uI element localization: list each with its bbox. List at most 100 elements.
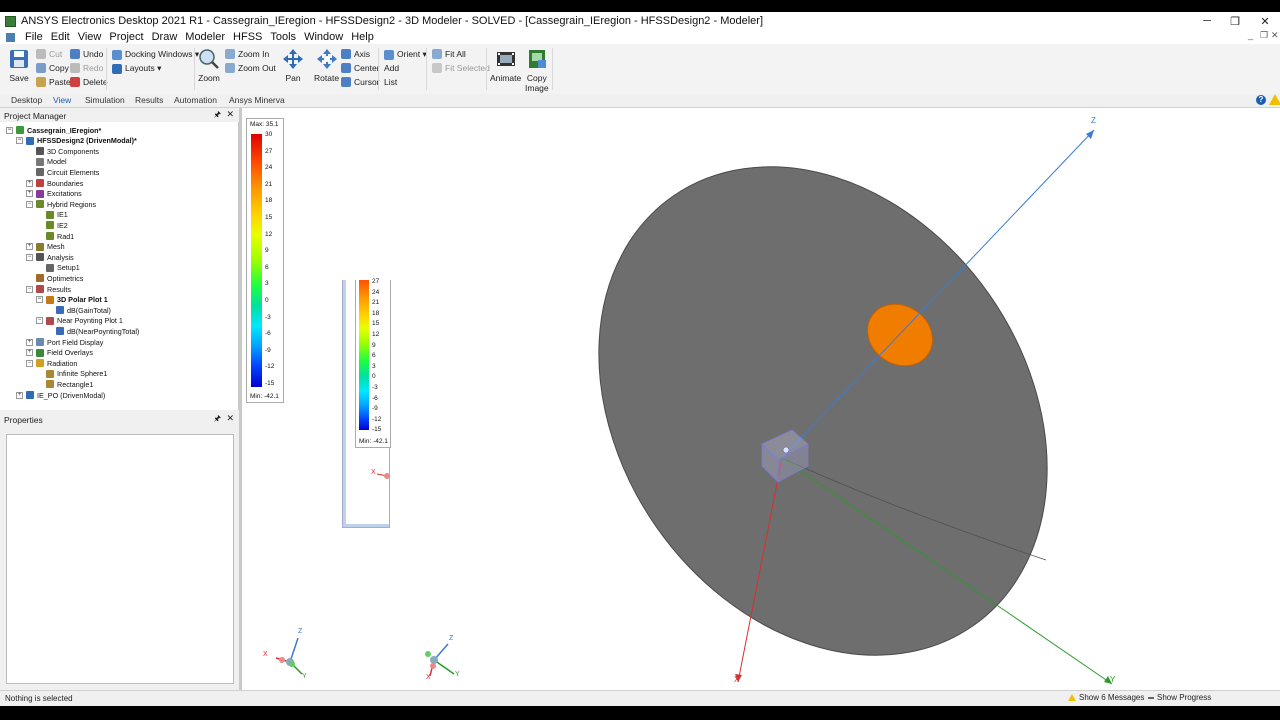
expand-icon[interactable]: + — [26, 243, 33, 251]
show-messages-button[interactable]: Show 6 Messages — [1068, 693, 1144, 702]
collapse-icon[interactable]: − — [36, 317, 43, 325]
tab-view[interactable]: View — [53, 95, 71, 105]
tree-node[interactable]: Rectangle1 — [36, 379, 93, 389]
orient-button[interactable]: Orient ▾ — [384, 49, 427, 60]
collapse-icon[interactable]: − — [26, 359, 33, 367]
tree-node[interactable]: IE1 — [36, 210, 68, 220]
cut-button[interactable]: Cut — [36, 49, 62, 59]
add-view-button[interactable]: Add — [384, 63, 399, 73]
axis-button[interactable]: Axis — [341, 49, 370, 59]
restore-button[interactable]: ❐ — [1220, 12, 1250, 30]
undo-button[interactable]: Undo — [70, 49, 103, 59]
fit-all-button[interactable]: Fit All — [432, 49, 466, 59]
close-panel-icon[interactable]: ✕ — [226, 413, 234, 424]
collapse-icon[interactable]: − — [26, 285, 33, 293]
close-panel-icon[interactable]: ✕ — [226, 109, 234, 120]
tree-node[interactable]: Circuit Elements — [26, 167, 99, 177]
tree-node[interactable]: Setup1 — [36, 263, 80, 273]
tree-node[interactable]: dB(NearPoyntingTotal) — [46, 326, 139, 336]
menu-window[interactable]: Window — [300, 31, 347, 43]
copy-button[interactable]: Copy — [36, 63, 69, 73]
expand-icon[interactable]: + — [26, 179, 33, 187]
tree-node[interactable]: − Hybrid Regions — [26, 199, 96, 209]
tree-node[interactable]: Model — [26, 157, 67, 167]
magnifier-icon — [199, 49, 219, 69]
ribbon-separator — [426, 48, 427, 90]
collapse-icon[interactable]: − — [36, 296, 43, 304]
tree-node[interactable]: Infinite Sphere1 — [36, 369, 107, 379]
save-button[interactable]: Save — [8, 48, 30, 83]
minimize-button[interactable]: ─ — [1192, 12, 1222, 30]
tree-node[interactable]: − 3D Polar Plot 1 — [36, 295, 108, 305]
collapse-icon[interactable]: − — [26, 200, 33, 208]
pan-button[interactable]: Pan — [282, 48, 304, 83]
mdi-restore-button[interactable]: ❐ — [1260, 30, 1268, 41]
layouts-button[interactable]: Layouts ▾ — [112, 63, 161, 74]
redo-button[interactable]: Redo — [70, 63, 103, 73]
tree-node[interactable]: − Cassegrain_IEregion* — [6, 125, 101, 135]
tab-desktop[interactable]: Desktop — [11, 95, 42, 105]
warning-icon[interactable] — [1269, 94, 1280, 105]
tab-ansys-minerva[interactable]: Ansys Minerva — [229, 95, 285, 105]
rotate-button[interactable]: Rotate — [314, 48, 339, 83]
menu-modeler[interactable]: Modeler — [181, 31, 229, 43]
model-canvas[interactable] — [242, 108, 1280, 690]
menu-tools[interactable]: Tools — [266, 31, 300, 43]
menu-view[interactable]: View — [74, 31, 106, 43]
collapse-icon[interactable]: − — [16, 137, 23, 145]
pin-icon[interactable]: 🖈 — [214, 413, 221, 427]
modeler-viewport[interactable]: Max: 35.1 30 27 24 21 18 15 12 9 6 3 0 -3 -6 -9 -12 -15… — [242, 108, 1280, 690]
animate-button[interactable]: Animate — [490, 48, 521, 83]
fit-selected-button[interactable]: Fit Selected — [432, 63, 490, 73]
tree-node[interactable]: + Boundaries — [26, 178, 83, 188]
expand-icon[interactable]: + — [26, 190, 33, 198]
pin-icon[interactable]: 🖈 — [214, 109, 221, 123]
show-progress-button[interactable]: Show Progress — [1148, 693, 1211, 702]
tree-node[interactable]: Optimetrics — [26, 273, 83, 283]
collapse-icon[interactable]: − — [26, 253, 33, 261]
tree-node[interactable]: − Analysis — [26, 252, 74, 262]
tree-node[interactable]: IE2 — [36, 220, 68, 230]
list-view-button[interactable]: List — [384, 77, 397, 87]
tree-node[interactable]: + Field Overlays — [26, 348, 93, 358]
cursor-button[interactable]: Cursor — [341, 77, 380, 87]
mdi-minimize-button[interactable]: _ — [1248, 30, 1253, 40]
menu-project[interactable]: Project — [105, 31, 147, 43]
close-button[interactable]: ✕ — [1250, 12, 1280, 30]
menu-edit[interactable]: Edit — [47, 31, 74, 43]
tree-node[interactable]: − Radiation — [26, 358, 77, 368]
tree-node[interactable]: + Excitations — [26, 189, 82, 199]
zoom-out-button[interactable]: Zoom Out — [225, 63, 276, 73]
application-window: ANSYS Electronics Desktop 2021 R1 - Cass… — [0, 12, 1280, 706]
tree-node[interactable]: + IE_PO (DrivenModal) — [16, 390, 105, 400]
dish-reflector[interactable] — [506, 108, 1139, 690]
expand-icon[interactable]: + — [26, 338, 33, 346]
tree-node[interactable]: − Near Poynting Plot 1 — [36, 316, 123, 326]
tree-node[interactable]: − Results — [26, 284, 71, 294]
center-button[interactable]: Center — [341, 63, 380, 73]
tree-node[interactable]: + Mesh — [26, 242, 65, 252]
menu-file[interactable]: File — [21, 31, 47, 43]
tree-node[interactable]: 3D Components — [26, 146, 99, 156]
expand-icon[interactable]: + — [26, 349, 33, 357]
tree-node[interactable]: dB(GainTotal) — [46, 305, 111, 315]
expand-icon[interactable]: + — [16, 391, 23, 399]
zoom-in-button[interactable]: Zoom In — [225, 49, 269, 59]
mdi-close-button[interactable]: ✕ — [1271, 30, 1279, 41]
zoom-button[interactable]: Zoom — [198, 48, 220, 83]
copy-image-button[interactable]: Copy Image — [525, 48, 549, 93]
tree-node[interactable]: − HFSSDesign2 (DrivenModal)* — [16, 136, 137, 146]
tab-simulation[interactable]: Simulation — [85, 95, 125, 105]
tab-results[interactable]: Results — [135, 95, 163, 105]
menu-hfss[interactable]: HFSS — [229, 31, 266, 43]
menu-draw[interactable]: Draw — [148, 31, 182, 43]
tab-automation[interactable]: Automation — [174, 95, 217, 105]
help-icon[interactable]: ? — [1256, 95, 1266, 105]
docking-windows-button[interactable]: Docking Windows ▾ — [112, 49, 199, 60]
tree-node[interactable]: + Port Field Display — [26, 337, 103, 347]
tree-node[interactable]: Rad1 — [36, 231, 74, 241]
paste-button[interactable]: Paste — [36, 77, 71, 87]
collapse-icon[interactable]: − — [6, 126, 13, 134]
delete-button[interactable]: Delete — [70, 77, 108, 87]
menu-help[interactable]: Help — [347, 31, 378, 43]
